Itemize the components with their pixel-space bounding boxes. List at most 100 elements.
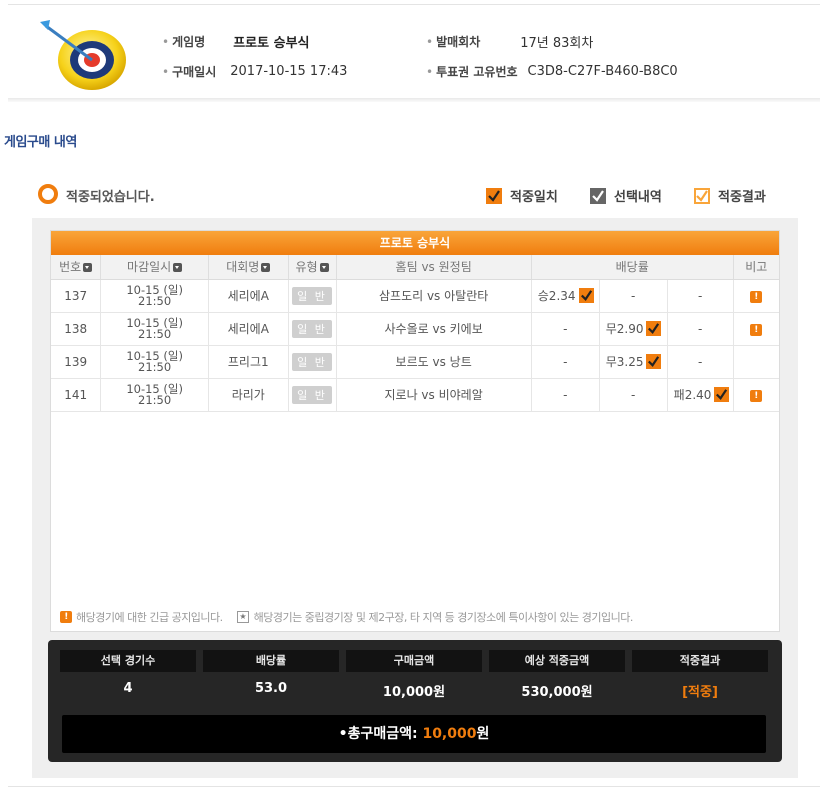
odds-cell: - [667, 279, 734, 313]
deadline-cell: 10-15 (일) 21:50 [100, 345, 209, 379]
col-odds-header: 배당률 [531, 255, 734, 280]
odds-value: 무2.90 [605, 322, 644, 336]
deadline-time: 21:50 [138, 392, 172, 407]
odds-value: 승2.34 [537, 289, 576, 303]
summary-expected-value: 530,000원 [521, 685, 593, 700]
summary-box: 선택 경기수 4 배당률 53.0 구매금액 10,000원 예상 적중금액 5… [48, 640, 782, 762]
type-cell: 일 반 [288, 345, 337, 379]
header-top-divider [8, 4, 820, 5]
summary-match-count-value: 4 [123, 681, 133, 696]
note-cell: ! [733, 378, 779, 412]
col-note-header: 비고 [733, 255, 779, 280]
match-table-container: 프로토 승부식 번호 마감일시 대회명 유형 홈팀 vs 원정팀 배당률 비고 … [50, 230, 780, 632]
legend-selection: 선택내역 [590, 186, 662, 205]
legend-hit-match-label: 적중일치 [510, 190, 558, 205]
match-table: 번호 마감일시 대회명 유형 홈팀 vs 원정팀 배당률 비고 137 10-15… [51, 255, 779, 412]
table-header-row: 번호 마감일시 대회명 유형 홈팀 vs 원정팀 배당률 비고 [51, 255, 779, 280]
col-deadline-header[interactable]: 마감일시 [100, 255, 209, 280]
check-filled-orange-icon [646, 321, 662, 336]
odds-cell: - [667, 345, 734, 379]
type-badge: 일 반 [292, 352, 332, 371]
odds-value: - [563, 321, 568, 336]
check-filled-orange-icon [486, 187, 502, 204]
total-purchase-amount: 10,000 [422, 726, 477, 742]
deadline-time: 21:50 [138, 359, 172, 374]
header-bottom-divider [8, 98, 820, 102]
legend-hit-result: 적중결과 [694, 186, 766, 205]
summary-odds: 배당률 53.0 [203, 650, 339, 696]
summary-match-count: 선택 경기수 4 [60, 650, 196, 696]
odds-value: - [563, 354, 568, 369]
star-icon: ★ [236, 611, 249, 623]
summary-result-value: [적중] [682, 685, 718, 700]
odds-cell: - [667, 312, 734, 346]
summary-purchase-value: 10,000원 [382, 685, 446, 700]
sort-icon[interactable] [173, 263, 183, 273]
odds-value: 패2.40 [673, 388, 712, 402]
legend-hit-result-label: 적중결과 [718, 190, 766, 205]
game-name-value: 프로토 승부식 [233, 36, 310, 51]
odds-cell: 승2.34 [531, 279, 600, 313]
total-purchase-unit: 원 [476, 726, 490, 742]
league-name: 라리가 [208, 378, 289, 412]
legend-selection-label: 선택내역 [614, 190, 662, 205]
odds-cell: - [599, 279, 668, 313]
notice-legend: ! 해당경기에 대한 긴급 공지입니다. ★ 해당경기는 중립경기장 및 제2구… [60, 609, 633, 625]
type-cell: 일 반 [288, 312, 337, 346]
deadline-cell: 10-15 (일) 21:50 [100, 312, 209, 346]
odds-cell: 무3.25 [599, 345, 668, 379]
deadline-cell: 10-15 (일) 21:50 [100, 378, 209, 412]
bottom-divider [8, 786, 820, 787]
type-badge: 일 반 [292, 286, 332, 305]
col-no-header[interactable]: 번호 [51, 255, 102, 280]
alert-icon[interactable]: ! [750, 291, 763, 303]
alert-icon[interactable]: ! [750, 324, 763, 336]
purchase-date-row: 구매일시 2017-10-15 17:43 [162, 63, 347, 80]
hit-status-text: 적중되었습니다. [66, 190, 155, 205]
sort-icon[interactable] [83, 263, 93, 273]
odds-value: - [697, 321, 703, 336]
col-match-header: 홈팀 vs 원정팀 [336, 255, 532, 280]
odds-cell: - [531, 345, 600, 379]
check-filled-orange-icon [714, 387, 730, 402]
sort-icon[interactable] [261, 263, 271, 273]
summary-expected: 예상 적중금액 530,000원 [489, 650, 625, 700]
table-row: 139 10-15 (일) 21:50 프리그1 일 반 보르도 vs 낭트 - 무3.25 - [51, 345, 779, 379]
odds-cell: 패2.40 [667, 378, 734, 412]
ticket-id-label: 투표권 고유번호 [426, 63, 517, 80]
summary-match-count-label: 선택 경기수 [60, 650, 196, 672]
purchase-date-label: 구매일시 [162, 63, 216, 80]
sort-icon[interactable] [319, 263, 329, 273]
ticket-id-value: C3D8-C27F-B460-B8C0 [527, 64, 678, 79]
col-league-header[interactable]: 대회명 [208, 255, 289, 280]
summary-purchase-label: 구매금액 [346, 650, 482, 672]
table-title: 프로토 승부식 [51, 231, 779, 255]
deadline-time: 21:50 [138, 293, 172, 308]
alert-notice-text: 해당경기에 대한 긴급 공지입니다. [76, 611, 223, 624]
summary-result: 적중결과 [적중] [632, 650, 768, 700]
alert-icon: ! [60, 611, 72, 623]
match-no: 139 [51, 345, 102, 379]
alert-icon[interactable]: ! [750, 390, 763, 402]
check-filled-orange-icon [646, 354, 662, 369]
round-row: 발매회차 17년 83회차 [426, 32, 593, 51]
odds-cell: - [531, 312, 600, 346]
check-filled-gray-icon [590, 187, 606, 204]
odds-value: 무3.25 [605, 355, 644, 369]
game-name-row: 게임명 프로토 승부식 [162, 32, 310, 51]
check-outline-orange-icon [694, 187, 710, 204]
league-name: 세리에A [208, 279, 289, 313]
match-no: 138 [51, 312, 102, 346]
type-cell: 일 반 [288, 378, 337, 412]
odds-cell: 무2.90 [599, 312, 668, 346]
section-title: 게임구매 내역 [4, 135, 77, 150]
match-no: 141 [51, 378, 102, 412]
table-row: 137 10-15 (일) 21:50 세리에A 일 반 삼프도리 vs 아탈란타 승2.3… [51, 279, 779, 313]
round-label: 발매회차 [426, 33, 480, 50]
type-badge: 일 반 [292, 385, 332, 404]
odds-value: - [563, 387, 568, 402]
col-type-header[interactable]: 유형 [288, 255, 337, 280]
note-cell: ! [733, 312, 779, 346]
odds-cell: - [599, 378, 668, 412]
summary-expected-label: 예상 적중금액 [489, 650, 625, 672]
